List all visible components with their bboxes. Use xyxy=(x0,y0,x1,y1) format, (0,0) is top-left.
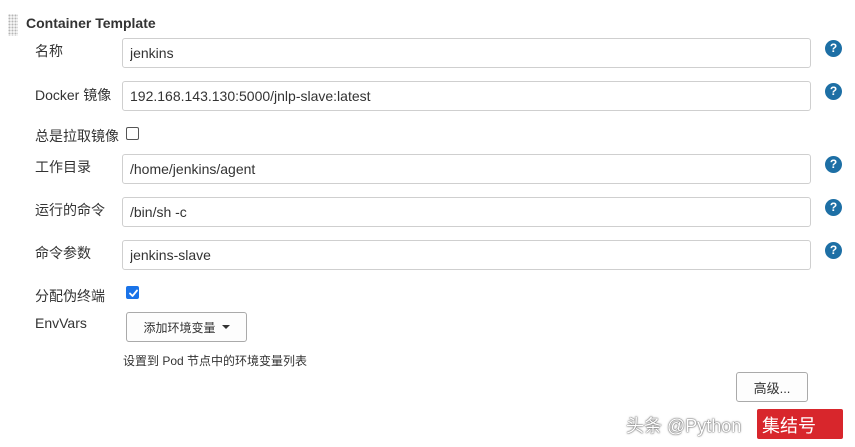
section-title: Container Template xyxy=(26,15,156,31)
name-label: 名称 xyxy=(35,43,63,59)
working-dir-input[interactable] xyxy=(122,154,811,184)
docker-image-help-icon[interactable]: ? xyxy=(825,83,842,100)
docker-image-input[interactable] xyxy=(122,81,811,111)
env-vars-label: EnvVars xyxy=(35,315,87,331)
caret-down-icon xyxy=(221,325,230,329)
name-input[interactable] xyxy=(122,38,811,68)
args-help-icon[interactable]: ? xyxy=(825,242,842,259)
always-pull-label: 总是拉取镜像 xyxy=(35,128,119,144)
allocate-tty-checkbox[interactable] xyxy=(126,286,139,299)
allocate-tty-label: 分配伪终端 xyxy=(35,288,105,304)
args-label: 命令参数 xyxy=(35,245,91,261)
drag-handle[interactable] xyxy=(8,14,18,36)
name-help-icon[interactable]: ? xyxy=(825,40,842,57)
watermark-text: 头条 @Python xyxy=(626,416,742,436)
always-pull-checkbox[interactable] xyxy=(126,127,139,140)
command-label: 运行的命令 xyxy=(35,202,105,218)
working-dir-help-icon[interactable]: ? xyxy=(825,156,842,173)
advanced-button[interactable]: 高级... xyxy=(736,372,808,402)
args-input[interactable] xyxy=(122,240,811,270)
env-vars-hint: 设置到 Pod 节点中的环境变量列表 xyxy=(123,354,308,368)
checkmark-icon xyxy=(129,289,138,297)
working-dir-label: 工作目录 xyxy=(35,159,91,175)
add-env-var-button[interactable]: 添加环境变量 xyxy=(126,312,247,342)
watermark-badge-text: 集结号 xyxy=(762,416,816,436)
command-help-icon[interactable]: ? xyxy=(825,199,842,216)
command-input[interactable] xyxy=(122,197,811,227)
add-env-var-button-label: 添加环境变量 xyxy=(143,320,216,335)
docker-image-label: Docker 镜像 xyxy=(35,87,112,103)
